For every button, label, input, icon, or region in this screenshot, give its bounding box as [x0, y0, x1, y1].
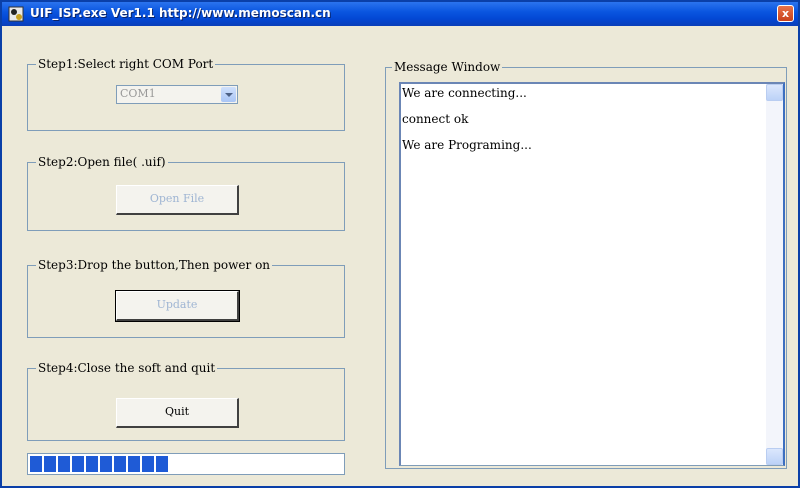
message-line: connect ok: [402, 112, 469, 126]
progress-segment: [128, 456, 140, 472]
progress-segment: [72, 456, 84, 472]
message-list[interactable]: We are connecting... connect ok We are Pro…: [399, 82, 785, 466]
progress-segment: [30, 456, 42, 472]
progress-segment: [44, 456, 56, 472]
chevron-down-icon[interactable]: [221, 87, 236, 102]
scroll-down-icon[interactable]: [766, 448, 783, 465]
message-line: We are Programing...: [402, 138, 532, 152]
step4-label: Step4:Close the soft and quit: [36, 360, 218, 376]
progress-segment: [156, 456, 168, 472]
app-window: UIF_ISP.exe Ver1.1 http://www.memoscan.c…: [0, 0, 800, 488]
update-button[interactable]: Update: [115, 290, 240, 322]
close-icon[interactable]: x: [777, 5, 794, 22]
message-window-group: Message Window We are connecting... conne…: [385, 59, 787, 469]
progress-segment: [100, 456, 112, 472]
open-file-button[interactable]: Open File: [116, 185, 239, 215]
progress-segment: [114, 456, 126, 472]
window-title: UIF_ISP.exe Ver1.1 http://www.memoscan.c…: [30, 6, 331, 20]
step1-label: Step1:Select right COM Port: [36, 56, 216, 72]
com-port-select[interactable]: COM1: [116, 85, 238, 104]
title-bar[interactable]: UIF_ISP.exe Ver1.1 http://www.memoscan.c…: [2, 2, 798, 26]
progress-segment: [58, 456, 70, 472]
step1-group: Step1:Select right COM Port COM1: [27, 56, 345, 131]
step4-group: Step4:Close the soft and quit Quit: [27, 360, 345, 441]
progress-bar: [27, 453, 345, 475]
client-area: Step1:Select right COM Port COM1 Step2:O…: [2, 26, 798, 486]
message-window-label: Message Window: [392, 59, 503, 75]
step2-group: Step2:Open file( .uif) Open File: [27, 154, 345, 231]
step3-group: Step3:Drop the button,Then power on Upda…: [27, 257, 345, 338]
message-scrollbar[interactable]: [766, 84, 783, 465]
progress-segment: [142, 456, 154, 472]
scroll-up-icon[interactable]: [766, 84, 783, 101]
step3-label: Step3:Drop the button,Then power on: [36, 257, 273, 273]
message-line: We are connecting...: [402, 86, 527, 100]
progress-segment: [86, 456, 98, 472]
app-icon: [8, 6, 24, 22]
quit-button[interactable]: Quit: [116, 398, 239, 428]
step2-label: Step2:Open file( .uif): [36, 154, 168, 170]
com-port-value: COM1: [120, 87, 156, 100]
